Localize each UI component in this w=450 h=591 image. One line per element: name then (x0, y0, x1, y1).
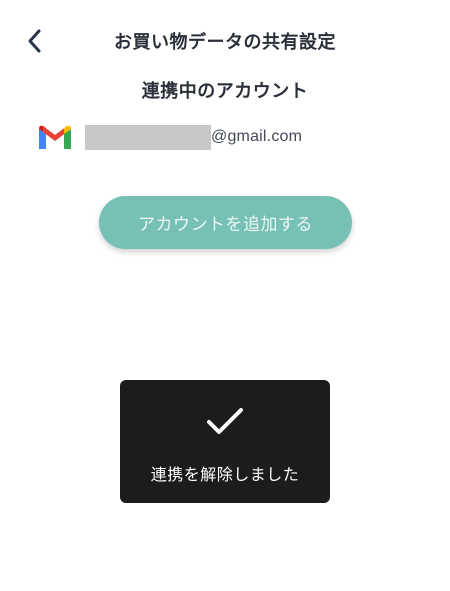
add-account-button[interactable]: アカウントを追加する (99, 196, 352, 249)
redacted-email-username (85, 124, 211, 150)
linked-accounts-heading: 連携中のアカウント (141, 81, 309, 102)
gmail-icon (37, 123, 73, 151)
header: お買い物データの共有設定 (0, 0, 450, 80)
toast-notification: 連携を解除しました (120, 380, 330, 503)
email-domain: @gmail.com (211, 128, 303, 145)
checkmark-icon (207, 408, 243, 434)
page-title: お買い物データの共有設定 (114, 32, 336, 53)
linked-account-row: @gmail.com (37, 120, 417, 154)
toast-message: 連携を解除しました (150, 465, 300, 484)
